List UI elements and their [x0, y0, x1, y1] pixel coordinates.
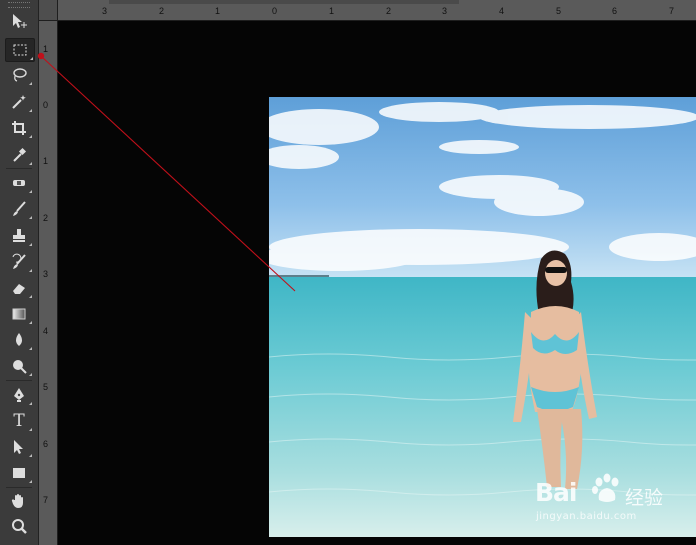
hand-tool[interactable]: [5, 490, 33, 512]
ruler-label: 3: [442, 6, 448, 16]
ruler-label: 2: [159, 6, 165, 16]
ruler-label: 1: [215, 6, 221, 16]
ruler-label: 4: [499, 6, 505, 16]
eraser-tool[interactable]: [5, 277, 33, 299]
brush-icon: [13, 201, 26, 216]
lasso-tool[interactable]: [5, 64, 33, 86]
document-tab-strip: [109, 0, 459, 4]
gradient-tool[interactable]: [5, 303, 33, 325]
rectangle-icon: [13, 468, 25, 478]
crop-icon: [12, 121, 26, 135]
document-canvas[interactable]: [58, 21, 696, 545]
clone-stamp-tool[interactable]: [5, 225, 33, 247]
ruler-label: 7: [669, 6, 675, 16]
blur-tool[interactable]: [5, 329, 33, 351]
ruler-label: 7: [43, 495, 49, 505]
eraser-icon: [13, 284, 25, 294]
baidu-jingyan-watermark: Bai 经验 jingyan.baidu.com: [535, 473, 695, 528]
magic-wand-tool[interactable]: [5, 91, 33, 113]
watermark-suffix: 经验: [625, 487, 664, 509]
ruler-label: 1: [43, 44, 49, 54]
ruler-label: 2: [43, 213, 49, 223]
crop-tool[interactable]: [5, 117, 33, 139]
path-selection-tool[interactable]: [5, 436, 33, 458]
healing-brush-tool[interactable]: [5, 172, 33, 194]
lasso-icon: [13, 68, 27, 82]
gradient-icon: [12, 308, 26, 320]
pen-tool[interactable]: [5, 384, 33, 406]
panel-grip[interactable]: [8, 2, 30, 8]
paw-icon: [592, 473, 619, 502]
ruler-label: 6: [612, 6, 618, 16]
type-tool[interactable]: T: [5, 410, 33, 432]
ruler-origin-corner[interactable]: [39, 0, 58, 21]
tools-panel: T: [0, 0, 39, 545]
ruler-label: 3: [43, 269, 49, 279]
path-select-icon: [14, 440, 23, 454]
tool-separator: [6, 380, 32, 381]
ruler-label: 1: [43, 156, 49, 166]
ruler-label: 0: [272, 6, 278, 16]
watermark-logo-text: Bai: [535, 478, 577, 507]
history-brush-icon: [12, 253, 26, 269]
marquee-icon: [13, 44, 27, 56]
zoom-tool[interactable]: [5, 516, 33, 538]
eyedropper-icon: [13, 147, 27, 162]
dodge-icon: [13, 360, 27, 374]
rectangular-marquee-tool[interactable]: [5, 38, 35, 62]
horizontal-ruler[interactable]: 3 2 1 0 1 2 3 4 5 6 7: [39, 0, 696, 21]
ruler-label: 3: [102, 6, 108, 16]
rectangle-tool[interactable]: [5, 462, 33, 484]
ruler-label: 5: [556, 6, 562, 16]
tool-separator: [6, 168, 32, 169]
move-icon: [13, 14, 27, 28]
dodge-tool[interactable]: [5, 355, 33, 377]
ruler-label: 6: [43, 439, 49, 449]
type-icon: T: [13, 411, 25, 431]
eyedropper-tool[interactable]: [5, 144, 33, 166]
magic-wand-icon: [12, 95, 26, 109]
stamp-icon: [13, 229, 25, 242]
hand-icon: [11, 494, 23, 508]
brush-tool[interactable]: [5, 198, 33, 220]
ruler-label: 2: [386, 6, 392, 16]
vertical-ruler[interactable]: 1 0 1 2 3 4 5 6 7: [39, 20, 58, 545]
bandage-icon: [13, 180, 25, 186]
ruler-label: 1: [329, 6, 335, 16]
tool-separator: [6, 487, 32, 488]
history-brush-tool[interactable]: [5, 251, 33, 273]
move-tool[interactable]: [5, 10, 33, 32]
photo-image: [269, 97, 696, 537]
ruler-label: 5: [43, 382, 49, 392]
blur-icon: [16, 333, 22, 346]
watermark-url: jingyan.baidu.com: [536, 511, 637, 522]
ruler-label: 0: [43, 100, 49, 110]
zoom-icon: [12, 519, 27, 534]
beach-photo: [269, 97, 696, 537]
pen-icon: [14, 388, 24, 402]
ruler-label: 4: [43, 326, 49, 336]
